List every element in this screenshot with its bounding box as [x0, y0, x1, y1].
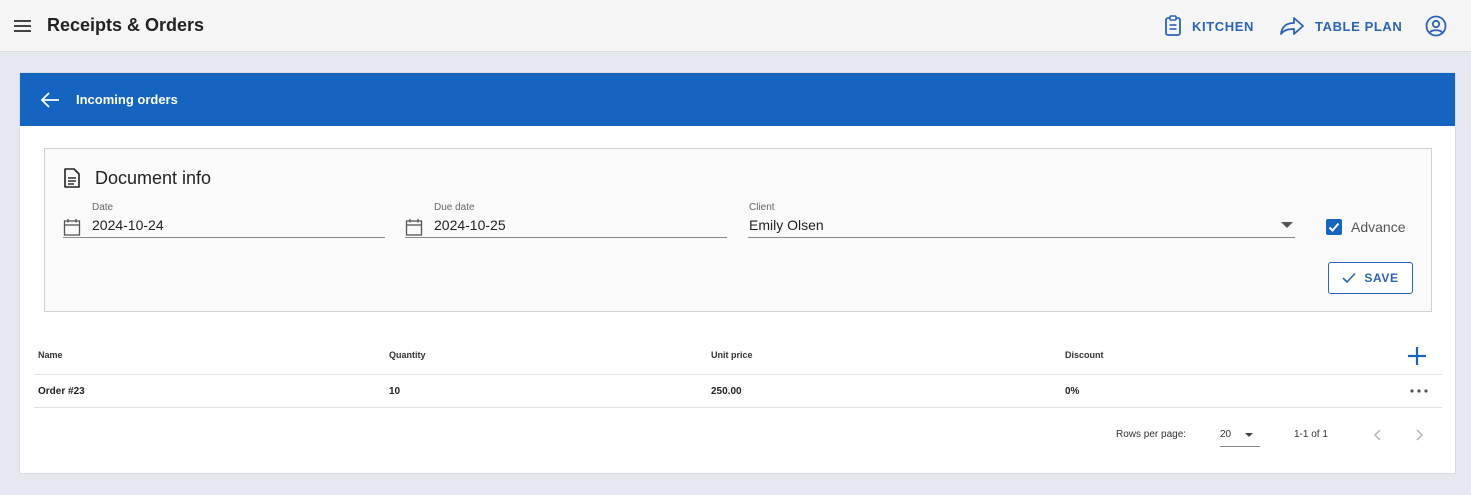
card-title: Incoming orders: [76, 92, 178, 107]
column-header-name[interactable]: Name: [38, 350, 63, 360]
client-value: Emily Olsen: [749, 217, 824, 233]
document-info-panel: Document info Date 2024-10-24 Due date 2…: [44, 148, 1432, 312]
cell-discount: 0%: [1065, 386, 1080, 397]
cell-name: Order #23: [38, 386, 85, 397]
column-header-quantity[interactable]: Quantity: [389, 350, 426, 360]
document-icon: [64, 168, 80, 188]
app-title: Receipts & Orders: [47, 15, 205, 35]
table-header: Name Quantity Unit price Discount: [34, 338, 1442, 375]
column-header-discount[interactable]: Discount: [1065, 350, 1104, 360]
client-select[interactable]: Client Emily Olsen: [748, 202, 1295, 238]
table-row[interactable]: Order #23 10 250.00 0%: [34, 375, 1442, 408]
date-field[interactable]: Date 2024-10-24: [63, 202, 385, 238]
more-options-icon[interactable]: [1408, 385, 1430, 397]
rows-per-page-label: Rows per page:: [1116, 429, 1187, 440]
date-label: Date: [92, 202, 114, 213]
table-plan-button[interactable]: TABLE PLAN: [1279, 13, 1402, 39]
add-icon[interactable]: [1404, 343, 1430, 369]
chevron-right-icon[interactable]: [1412, 427, 1426, 443]
card-header: Incoming orders: [20, 73, 1455, 126]
back-arrow-icon[interactable]: [39, 89, 61, 111]
kitchen-label: KITCHEN: [1192, 18, 1254, 34]
due-date-value: 2024-10-25: [434, 217, 506, 233]
kitchen-button[interactable]: KITCHEN: [1164, 13, 1254, 39]
account-icon[interactable]: [1424, 14, 1448, 38]
checkbox-checked-icon[interactable]: [1326, 219, 1342, 235]
clipboard-icon: [1165, 15, 1181, 36]
advance-checkbox[interactable]: Advance: [1326, 219, 1405, 235]
check-icon: [1342, 272, 1356, 284]
cell-unit-price: 250.00: [711, 386, 742, 397]
save-label: SAVE: [1364, 271, 1399, 285]
pagination: Rows per page: 20 1-1 of 1: [20, 425, 1455, 451]
document-info-title: Document info: [95, 168, 212, 188]
share-arrow-icon: [1280, 17, 1304, 35]
calendar-icon[interactable]: [63, 218, 81, 236]
cell-quantity: 10: [389, 386, 401, 397]
save-button[interactable]: SAVE: [1328, 262, 1413, 294]
date-value: 2024-10-24: [92, 217, 164, 233]
column-header-unit-price[interactable]: Unit price: [711, 350, 753, 360]
client-label: Client: [749, 202, 775, 213]
table-plan-label: TABLE PLAN: [1315, 18, 1403, 34]
calendar-icon[interactable]: [405, 218, 423, 236]
page-range: 1-1 of 1: [1294, 429, 1328, 440]
rows-per-page-select[interactable]: 20: [1220, 425, 1260, 447]
advance-label: Advance: [1351, 219, 1406, 235]
menu-icon[interactable]: [12, 15, 34, 37]
rows-per-page-value: 20: [1220, 429, 1232, 440]
dropdown-arrow-icon: [1245, 433, 1253, 437]
chevron-left-icon[interactable]: [1371, 427, 1385, 443]
incoming-orders-card: Incoming orders Document info Date 2024-…: [19, 72, 1456, 474]
order-items-table: Name Quantity Unit price Discount Order …: [34, 338, 1442, 408]
top-app-bar: Receipts & Orders KITCHEN TABLE PLAN: [0, 0, 1471, 52]
due-date-label: Due date: [434, 202, 475, 213]
due-date-field[interactable]: Due date 2024-10-25: [405, 202, 727, 238]
dropdown-arrow-icon[interactable]: [1281, 222, 1293, 228]
